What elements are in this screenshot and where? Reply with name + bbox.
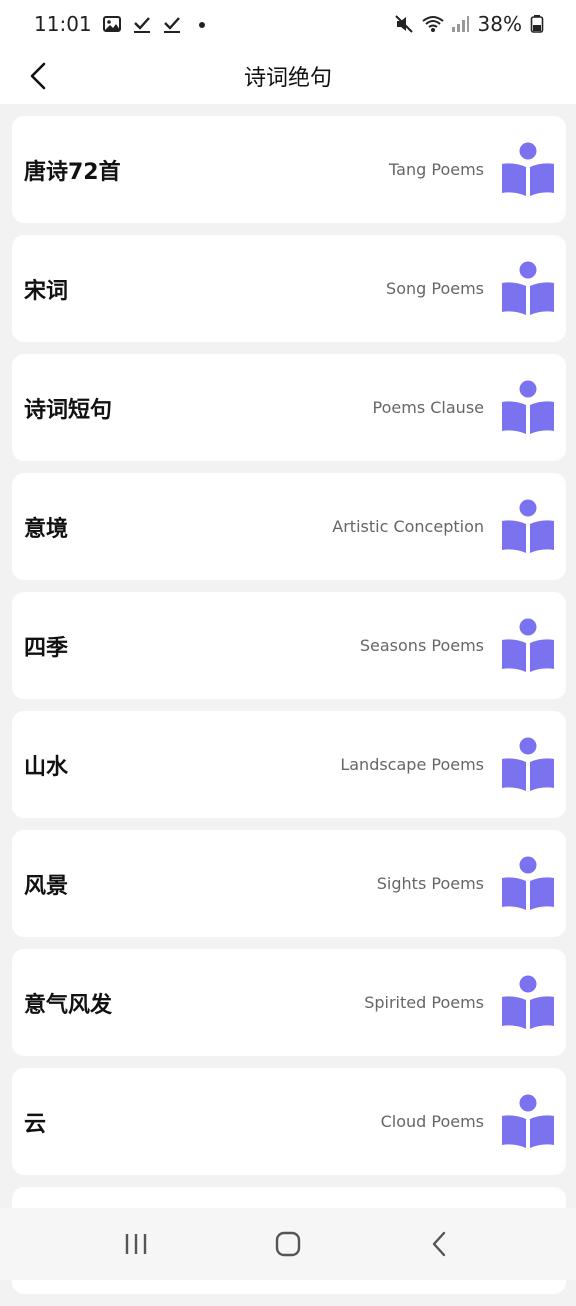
- category-subtitle: Seasons Poems: [359, 636, 484, 655]
- navigation-bar: [0, 1208, 576, 1280]
- battery-icon: [530, 14, 550, 34]
- reader-book-icon: [500, 975, 556, 1031]
- category-card[interactable]: 诗词短句 Poems Clause: [12, 354, 566, 461]
- category-title: 唐诗72首: [24, 159, 121, 185]
- category-subtitle: Sights Poems: [376, 874, 484, 893]
- category-card[interactable]: 云 Cloud Poems: [12, 1068, 566, 1175]
- category-subtitle: Spirited Poems: [364, 993, 484, 1012]
- battery-percent: 38%: [477, 12, 522, 36]
- dot-icon: [192, 14, 212, 34]
- reader-book-icon: [500, 499, 556, 555]
- recent-apps-button[interactable]: [106, 1214, 166, 1274]
- category-subtitle: Tang Poems: [389, 160, 484, 179]
- category-subtitle: Song Poems: [386, 279, 484, 298]
- category-title: 山水: [24, 754, 69, 780]
- mute-icon: [394, 14, 414, 34]
- category-card[interactable]: 宋词 Song Poems: [12, 235, 566, 342]
- status-time: 11:01: [34, 12, 92, 36]
- signal-icon: [450, 14, 470, 34]
- reader-book-icon: [500, 1094, 556, 1150]
- back-button[interactable]: [18, 56, 58, 96]
- reader-book-icon: [500, 856, 556, 912]
- image-icon: [102, 14, 122, 34]
- reader-book-icon: [500, 261, 556, 317]
- page-title: 诗词绝句: [243, 66, 332, 91]
- home-button[interactable]: [258, 1214, 318, 1274]
- category-subtitle: Artistic Conception: [332, 517, 484, 536]
- reader-book-icon: [500, 142, 556, 198]
- check-icon: [162, 14, 182, 34]
- category-title: 风景: [24, 873, 69, 899]
- category-title: 四季: [24, 635, 69, 661]
- category-card[interactable]: 山水 Landscape Poems: [12, 711, 566, 818]
- category-subtitle: Cloud Poems: [380, 1112, 484, 1131]
- nav-back-button[interactable]: [410, 1214, 470, 1274]
- status-bar: 11:01 38%: [0, 0, 576, 48]
- category-card[interactable]: 意境 Artistic Conception: [12, 473, 566, 580]
- category-title: 意气风发: [24, 992, 113, 1018]
- reader-book-icon: [500, 380, 556, 436]
- status-right: 38%: [394, 12, 550, 36]
- category-list: 唐诗72首 Tang Poems 宋词 Song Poems 诗词短句 Poems Cla…: [12, 116, 566, 1306]
- check-icon: [132, 14, 152, 34]
- category-subtitle: Landscape Poems: [340, 755, 484, 774]
- category-subtitle: Poems Clause: [372, 398, 484, 417]
- category-card[interactable]: 风景 Sights Poems: [12, 830, 566, 937]
- home-icon: [275, 1231, 301, 1257]
- category-card[interactable]: 意气风发 Spirited Poems: [12, 949, 566, 1056]
- category-title: 宋词: [24, 278, 69, 304]
- category-title: 诗词短句: [24, 397, 113, 423]
- status-left: 11:01: [34, 12, 212, 36]
- category-card[interactable]: 四季 Seasons Poems: [12, 592, 566, 699]
- reader-book-icon: [500, 737, 556, 793]
- wifi-icon: [421, 14, 444, 34]
- category-title: 云: [24, 1111, 47, 1137]
- category-title: 意境: [24, 516, 69, 542]
- recent-apps-icon: [125, 1234, 147, 1254]
- category-card[interactable]: 唐诗72首 Tang Poems: [12, 116, 566, 223]
- back-icon: [432, 1231, 446, 1257]
- app-bar: 诗词绝句: [0, 48, 576, 104]
- chevron-left-icon: [30, 62, 46, 90]
- reader-book-icon: [500, 618, 556, 674]
